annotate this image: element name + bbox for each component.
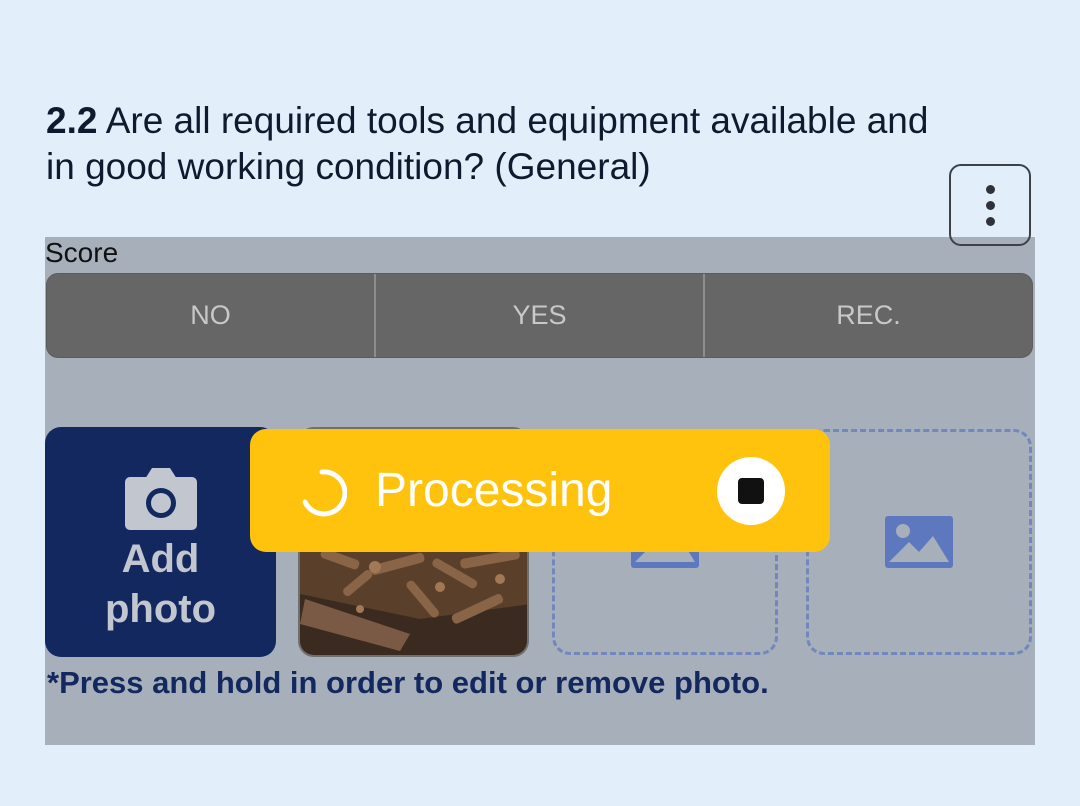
score-label: Score: [45, 237, 119, 268]
more-vertical-icon-dot: [985, 200, 995, 210]
image-icon: [885, 516, 953, 568]
question-title: 2.2 Are all required tools and equipment…: [46, 98, 946, 190]
question-number: 2.2: [46, 100, 98, 141]
score-option-yes[interactable]: YES: [374, 274, 703, 357]
score-selector: NO YES REC.: [46, 273, 1033, 358]
score-option-no[interactable]: NO: [47, 274, 374, 357]
empty-photo-slot[interactable]: [806, 429, 1032, 655]
camera-icon: [124, 468, 197, 530]
processing-toast: Processing: [250, 429, 830, 552]
more-vertical-icon-dot: [985, 216, 995, 226]
question-text: Are all required tools and equipment ava…: [46, 100, 929, 187]
photo-hint: *Press and hold in order to edit or remo…: [47, 665, 769, 700]
more-options-button[interactable]: [949, 164, 1031, 246]
more-vertical-icon: [985, 184, 995, 194]
stop-icon: [738, 478, 764, 504]
add-photo-label: Add photo: [104, 537, 217, 631]
processing-label: Processing: [375, 464, 613, 517]
score-option-rec[interactable]: REC.: [703, 274, 1032, 357]
spinner-icon: [302, 469, 347, 517]
add-photo-button[interactable]: Add photo: [45, 427, 276, 657]
stop-button[interactable]: [717, 457, 785, 525]
